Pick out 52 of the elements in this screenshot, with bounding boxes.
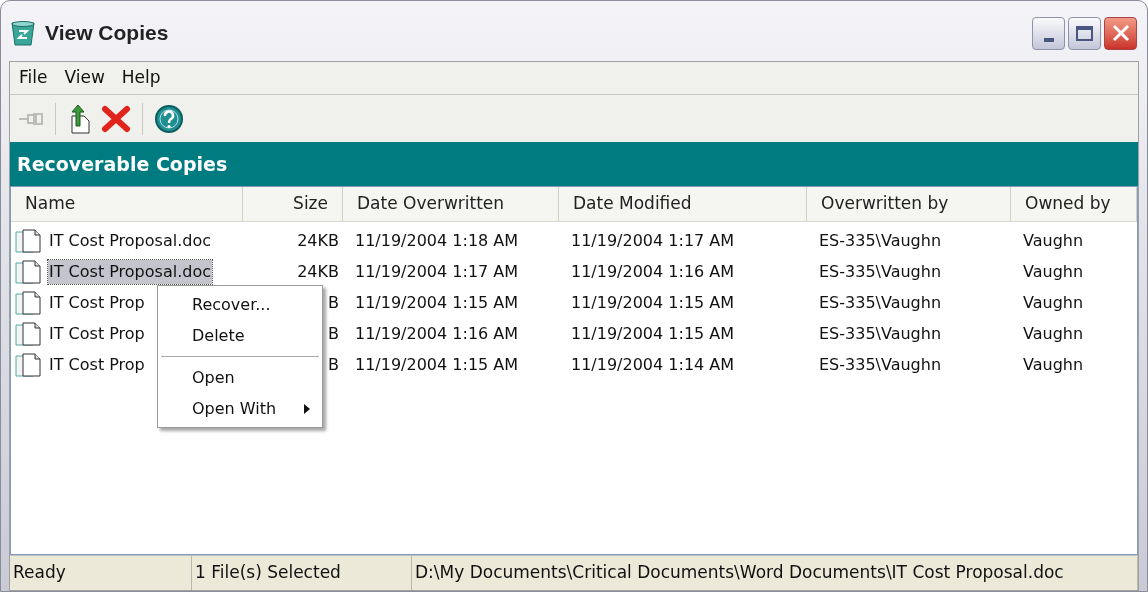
table-cell-text: 11/19/2004 1:17 AM <box>354 260 520 283</box>
table-cell-text: 11/19/2004 1:14 AM <box>570 353 736 376</box>
table-cell-text: ES-335\Vaughn <box>818 353 943 376</box>
recycle-bin-icon <box>9 20 37 46</box>
table-cell-text: B <box>327 353 340 376</box>
status-text: D:\My Documents\Critical Documents\Word Documents\IT Cost Proposal.doc <box>412 556 1138 590</box>
file-name[interactable]: IT Cost Prop <box>48 290 146 315</box>
file-name[interactable]: IT Cost Prop <box>48 321 146 346</box>
menu-item[interactable]: Help <box>115 65 167 91</box>
status-text: Ready <box>10 556 192 590</box>
table-cell-text: B <box>327 322 340 345</box>
context-menu-item[interactable]: Open <box>158 362 322 393</box>
table-cell-text: Vaughn <box>1022 291 1085 314</box>
menu-item[interactable]: View <box>58 65 111 91</box>
file-name[interactable]: IT Cost Proposal.doc <box>48 228 212 253</box>
window-title: View Copies <box>45 20 169 47</box>
file-name[interactable]: IT Cost Proposal.doc <box>48 259 212 284</box>
close-x-icon <box>1110 23 1131 43</box>
context-menu-item[interactable]: Delete <box>158 320 322 351</box>
menu-item[interactable]: File <box>13 65 54 91</box>
context-menu-item[interactable]: Open With <box>158 393 322 424</box>
column-header[interactable]: Date Modified <box>559 187 807 221</box>
column-header[interactable]: Owned by <box>1011 187 1137 221</box>
column-header[interactable]: Size <box>243 187 343 221</box>
column-header[interactable]: Name <box>11 187 243 221</box>
table-cell-text: ES-335\Vaughn <box>818 322 943 345</box>
table-cell-text: ES-335\Vaughn <box>818 229 943 252</box>
table-cell-text: 11/19/2004 1:15 AM <box>570 322 736 345</box>
table-cell-text: 24KB <box>296 229 340 252</box>
column-header[interactable]: Overwritten by <box>807 187 1011 221</box>
file-name[interactable]: IT Cost Prop <box>48 352 146 377</box>
table-cell-text: 11/19/2004 1:18 AM <box>354 229 520 252</box>
table-cell-text: ES-335\Vaughn <box>818 291 943 314</box>
table-cell-text: 24KB <box>296 260 340 283</box>
table-cell-text: 11/19/2004 1:15 AM <box>354 291 520 314</box>
table-cell-text: 11/19/2004 1:15 AM <box>354 353 520 376</box>
table-cell-text: 11/19/2004 1:16 AM <box>570 260 736 283</box>
status-text: 1 File(s) Selected <box>192 556 412 590</box>
close-button[interactable] <box>1104 16 1137 50</box>
context-menu-item[interactable]: Recover... <box>158 289 322 320</box>
minimize-button[interactable] <box>1032 16 1065 50</box>
table-cell-text: Vaughn <box>1022 322 1085 345</box>
table-cell-text: 11/19/2004 1:16 AM <box>354 322 520 345</box>
table-cell-text: 11/19/2004 1:15 AM <box>570 291 736 314</box>
panel-title: Recoverable Copies <box>10 142 1138 186</box>
table-cell-text: ES-335\Vaughn <box>818 260 943 283</box>
column-header[interactable]: Date Overwritten <box>343 187 559 221</box>
table-cell-text: Vaughn <box>1022 260 1085 283</box>
table-cell-text: 11/19/2004 1:17 AM <box>570 229 736 252</box>
maximize-button[interactable] <box>1068 16 1101 50</box>
table-cell-text: Vaughn <box>1022 229 1085 252</box>
table-cell-text: Vaughn <box>1022 353 1085 376</box>
